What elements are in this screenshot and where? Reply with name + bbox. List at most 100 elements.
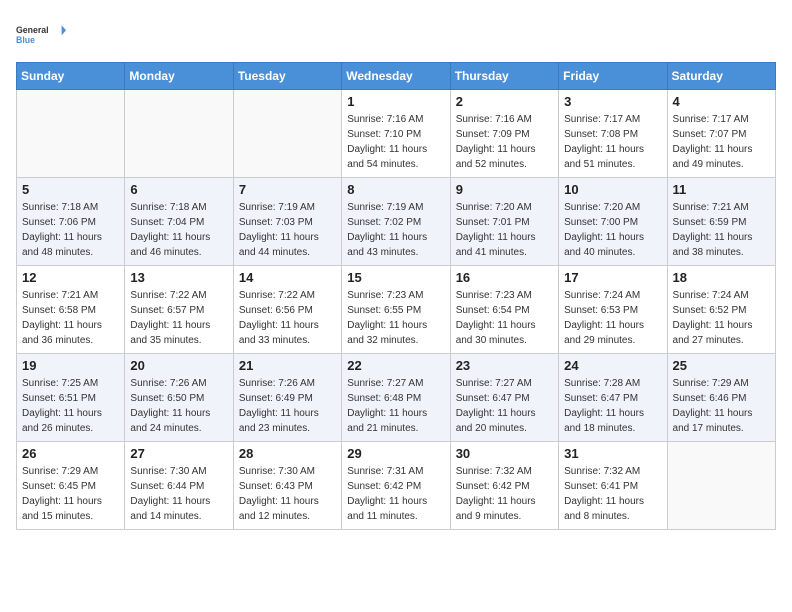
calendar-cell: 24Sunrise: 7:28 AM Sunset: 6:47 PM Dayli…: [559, 354, 667, 442]
day-number: 10: [564, 182, 661, 197]
day-info: Sunrise: 7:27 AM Sunset: 6:48 PM Dayligh…: [347, 376, 444, 436]
week-row-2: 5 Sunrise: 7:18 AM Sunset: 7:06 PM Daylig…: [17, 178, 776, 266]
day-number: 28: [239, 446, 336, 461]
day-number: 23: [456, 358, 553, 373]
calendar-table: SundayMondayTuesdayWednesdayThursdayFrid…: [16, 62, 776, 530]
day-info: Sunrise: 7:31 AM Sunset: 6:42 PM Dayligh…: [347, 464, 444, 524]
calendar-cell: 26 Sunrise: 7:29 AM Sunset: 6:45 PM Dayli…: [17, 442, 125, 530]
day-info: Sunrise: 7:16 AM Sunset: 7:09 PM Dayligh…: [456, 112, 553, 172]
calendar-cell: 27 Sunrise: 7:30 AM Sunset: 6:44 PM Dayli…: [125, 442, 233, 530]
day-number: 2: [456, 94, 553, 109]
day-info: Sunrise: 7:17 AM Sunset: 7:08 PM Dayligh…: [564, 112, 661, 172]
day-info: Sunrise: 7:22 AM Sunset: 6:56 PM Dayligh…: [239, 288, 336, 348]
calendar-cell: 18 Sunrise: 7:24 AM Sunset: 6:52 PM Dayli…: [667, 266, 775, 354]
logo-graphic: General Blue: [16, 16, 66, 52]
day-info: Sunrise: 7:19 AM Sunset: 7:03 PM Dayligh…: [239, 200, 336, 260]
day-info: Sunrise: 7:18 AM Sunset: 7:04 PM Dayligh…: [130, 200, 227, 260]
day-number: 1: [347, 94, 444, 109]
day-number: 21: [239, 358, 336, 373]
calendar-cell: 8 Sunrise: 7:19 AM Sunset: 7:02 PM Daylig…: [342, 178, 450, 266]
day-info: Sunrise: 7:29 AM Sunset: 6:45 PM Dayligh…: [22, 464, 119, 524]
logo: General Blue: [16, 16, 66, 52]
day-info: Sunrise: 7:29 AM Sunset: 6:46 PM Dayligh…: [673, 376, 770, 436]
day-info: Sunrise: 7:24 AM Sunset: 6:53 PM Dayligh…: [564, 288, 661, 348]
calendar-cell: [125, 90, 233, 178]
day-number: 5: [22, 182, 119, 197]
logo-container: General Blue: [16, 16, 66, 52]
calendar-cell: 17 Sunrise: 7:24 AM Sunset: 6:53 PM Dayli…: [559, 266, 667, 354]
day-info: Sunrise: 7:23 AM Sunset: 6:54 PM Dayligh…: [456, 288, 553, 348]
day-number: 4: [673, 94, 770, 109]
day-info: Sunrise: 7:32 AM Sunset: 6:42 PM Dayligh…: [456, 464, 553, 524]
day-number: 14: [239, 270, 336, 285]
day-number: 13: [130, 270, 227, 285]
day-info: Sunrise: 7:32 AM Sunset: 6:41 PM Dayligh…: [564, 464, 661, 524]
day-info: Sunrise: 7:21 AM Sunset: 6:58 PM Dayligh…: [22, 288, 119, 348]
calendar-cell: 16 Sunrise: 7:23 AM Sunset: 6:54 PM Dayli…: [450, 266, 558, 354]
day-number: 24: [564, 358, 661, 373]
calendar-cell: 10 Sunrise: 7:20 AM Sunset: 7:00 PM Dayli…: [559, 178, 667, 266]
calendar-cell: 15 Sunrise: 7:23 AM Sunset: 6:55 PM Dayli…: [342, 266, 450, 354]
day-number: 27: [130, 446, 227, 461]
calendar-cell: 13Sunrise: 7:22 AM Sunset: 6:57 PM Dayli…: [125, 266, 233, 354]
day-number: 3: [564, 94, 661, 109]
col-header-friday: Friday: [559, 63, 667, 90]
calendar-cell: 30 Sunrise: 7:32 AM Sunset: 6:42 PM Dayli…: [450, 442, 558, 530]
calendar-cell: 28 Sunrise: 7:30 AM Sunset: 6:43 PM Dayli…: [233, 442, 341, 530]
day-info: Sunrise: 7:21 AM Sunset: 6:59 PM Dayligh…: [673, 200, 770, 260]
calendar-cell: 22Sunrise: 7:27 AM Sunset: 6:48 PM Dayli…: [342, 354, 450, 442]
day-info: Sunrise: 7:30 AM Sunset: 6:44 PM Dayligh…: [130, 464, 227, 524]
day-info: Sunrise: 7:27 AM Sunset: 6:47 PM Dayligh…: [456, 376, 553, 436]
calendar-cell: 7Sunrise: 7:19 AM Sunset: 7:03 PM Daylig…: [233, 178, 341, 266]
day-info: Sunrise: 7:17 AM Sunset: 7:07 PM Dayligh…: [673, 112, 770, 172]
page-header: General Blue: [16, 16, 776, 52]
header-row: SundayMondayTuesdayWednesdayThursdayFrid…: [17, 63, 776, 90]
calendar-cell: 12 Sunrise: 7:21 AM Sunset: 6:58 PM Dayli…: [17, 266, 125, 354]
calendar-cell: [17, 90, 125, 178]
calendar-cell: 14 Sunrise: 7:22 AM Sunset: 6:56 PM Dayli…: [233, 266, 341, 354]
calendar-cell: 1 Sunrise: 7:16 AM Sunset: 7:10 PM Daylig…: [342, 90, 450, 178]
day-info: Sunrise: 7:23 AM Sunset: 6:55 PM Dayligh…: [347, 288, 444, 348]
week-row-5: 26 Sunrise: 7:29 AM Sunset: 6:45 PM Dayli…: [17, 442, 776, 530]
svg-text:Blue: Blue: [16, 35, 35, 45]
day-info: Sunrise: 7:26 AM Sunset: 6:50 PM Dayligh…: [130, 376, 227, 436]
calendar-cell: [667, 442, 775, 530]
calendar-cell: 20 Sunrise: 7:26 AM Sunset: 6:50 PM Dayli…: [125, 354, 233, 442]
week-row-4: 19Sunrise: 7:25 AM Sunset: 6:51 PM Dayli…: [17, 354, 776, 442]
calendar-cell: 9Sunrise: 7:20 AM Sunset: 7:01 PM Daylig…: [450, 178, 558, 266]
calendar-cell: 31 Sunrise: 7:32 AM Sunset: 6:41 PM Dayli…: [559, 442, 667, 530]
calendar-cell: 6 Sunrise: 7:18 AM Sunset: 7:04 PM Daylig…: [125, 178, 233, 266]
day-info: Sunrise: 7:25 AM Sunset: 6:51 PM Dayligh…: [22, 376, 119, 436]
week-row-1: 1 Sunrise: 7:16 AM Sunset: 7:10 PM Daylig…: [17, 90, 776, 178]
day-number: 25: [673, 358, 770, 373]
calendar-cell: 25 Sunrise: 7:29 AM Sunset: 6:46 PM Dayli…: [667, 354, 775, 442]
day-number: 18: [673, 270, 770, 285]
calendar-cell: 4 Sunrise: 7:17 AM Sunset: 7:07 PM Daylig…: [667, 90, 775, 178]
day-info: Sunrise: 7:20 AM Sunset: 7:00 PM Dayligh…: [564, 200, 661, 260]
day-info: Sunrise: 7:24 AM Sunset: 6:52 PM Dayligh…: [673, 288, 770, 348]
day-number: 16: [456, 270, 553, 285]
day-number: 8: [347, 182, 444, 197]
day-info: Sunrise: 7:30 AM Sunset: 6:43 PM Dayligh…: [239, 464, 336, 524]
calendar-cell: 21 Sunrise: 7:26 AM Sunset: 6:49 PM Dayli…: [233, 354, 341, 442]
day-number: 12: [22, 270, 119, 285]
day-number: 15: [347, 270, 444, 285]
col-header-wednesday: Wednesday: [342, 63, 450, 90]
day-info: Sunrise: 7:16 AM Sunset: 7:10 PM Dayligh…: [347, 112, 444, 172]
calendar-cell: [233, 90, 341, 178]
calendar-cell: 3 Sunrise: 7:17 AM Sunset: 7:08 PM Daylig…: [559, 90, 667, 178]
day-number: 20: [130, 358, 227, 373]
day-number: 11: [673, 182, 770, 197]
svg-text:General: General: [16, 25, 49, 35]
day-number: 17: [564, 270, 661, 285]
day-number: 26: [22, 446, 119, 461]
day-number: 6: [130, 182, 227, 197]
day-info: Sunrise: 7:19 AM Sunset: 7:02 PM Dayligh…: [347, 200, 444, 260]
day-number: 30: [456, 446, 553, 461]
day-number: 31: [564, 446, 661, 461]
calendar-cell: 2 Sunrise: 7:16 AM Sunset: 7:09 PM Daylig…: [450, 90, 558, 178]
col-header-tuesday: Tuesday: [233, 63, 341, 90]
day-info: Sunrise: 7:26 AM Sunset: 6:49 PM Dayligh…: [239, 376, 336, 436]
day-number: 29: [347, 446, 444, 461]
day-info: Sunrise: 7:18 AM Sunset: 7:06 PM Dayligh…: [22, 200, 119, 260]
